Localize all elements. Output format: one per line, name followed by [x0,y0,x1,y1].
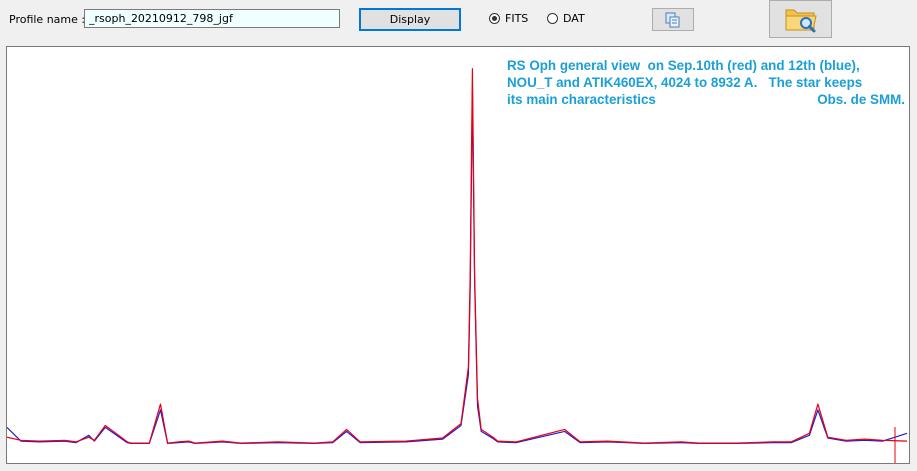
radio-dat-label: DAT [563,12,585,25]
series-layer [7,68,908,463]
folder-search-icon [785,9,817,33]
annotation-line-3-left: its main characteristics [507,92,656,107]
radio-fits-label: FITS [505,12,529,25]
profile-name-label: Profile name : [9,13,86,26]
annotation-line-2: NOU_T and ATIK460EX, 4024 to 8932 A. The… [507,75,863,90]
profile-name-input[interactable] [84,9,340,28]
radio-dat-indicator[interactable] [547,13,558,24]
spectrum-plot[interactable]: RS Oph general view on Sep.10th (red) an… [6,46,910,464]
spectrum-chart [7,68,908,463]
series-line-blue [7,89,908,444]
radio-dat[interactable]: DAT [547,12,585,25]
open-profile-button[interactable] [769,0,832,38]
annotation-line-3-right: Obs. de SMM. [817,92,905,107]
display-button[interactable]: Display [359,8,461,31]
copy-button[interactable] [652,8,694,31]
plot-annotation: RS Oph general view on Sep.10th (red) an… [507,57,905,108]
annotation-line-1: RS Oph general view on Sep.10th (red) an… [507,58,860,73]
copy-icon [665,12,680,28]
series-line-red [7,68,908,444]
spectrum-viewer-window: Profile name : Display FITS DAT RS Oph [0,0,917,471]
radio-fits[interactable]: FITS [489,12,528,25]
radio-fits-indicator[interactable] [489,13,500,24]
